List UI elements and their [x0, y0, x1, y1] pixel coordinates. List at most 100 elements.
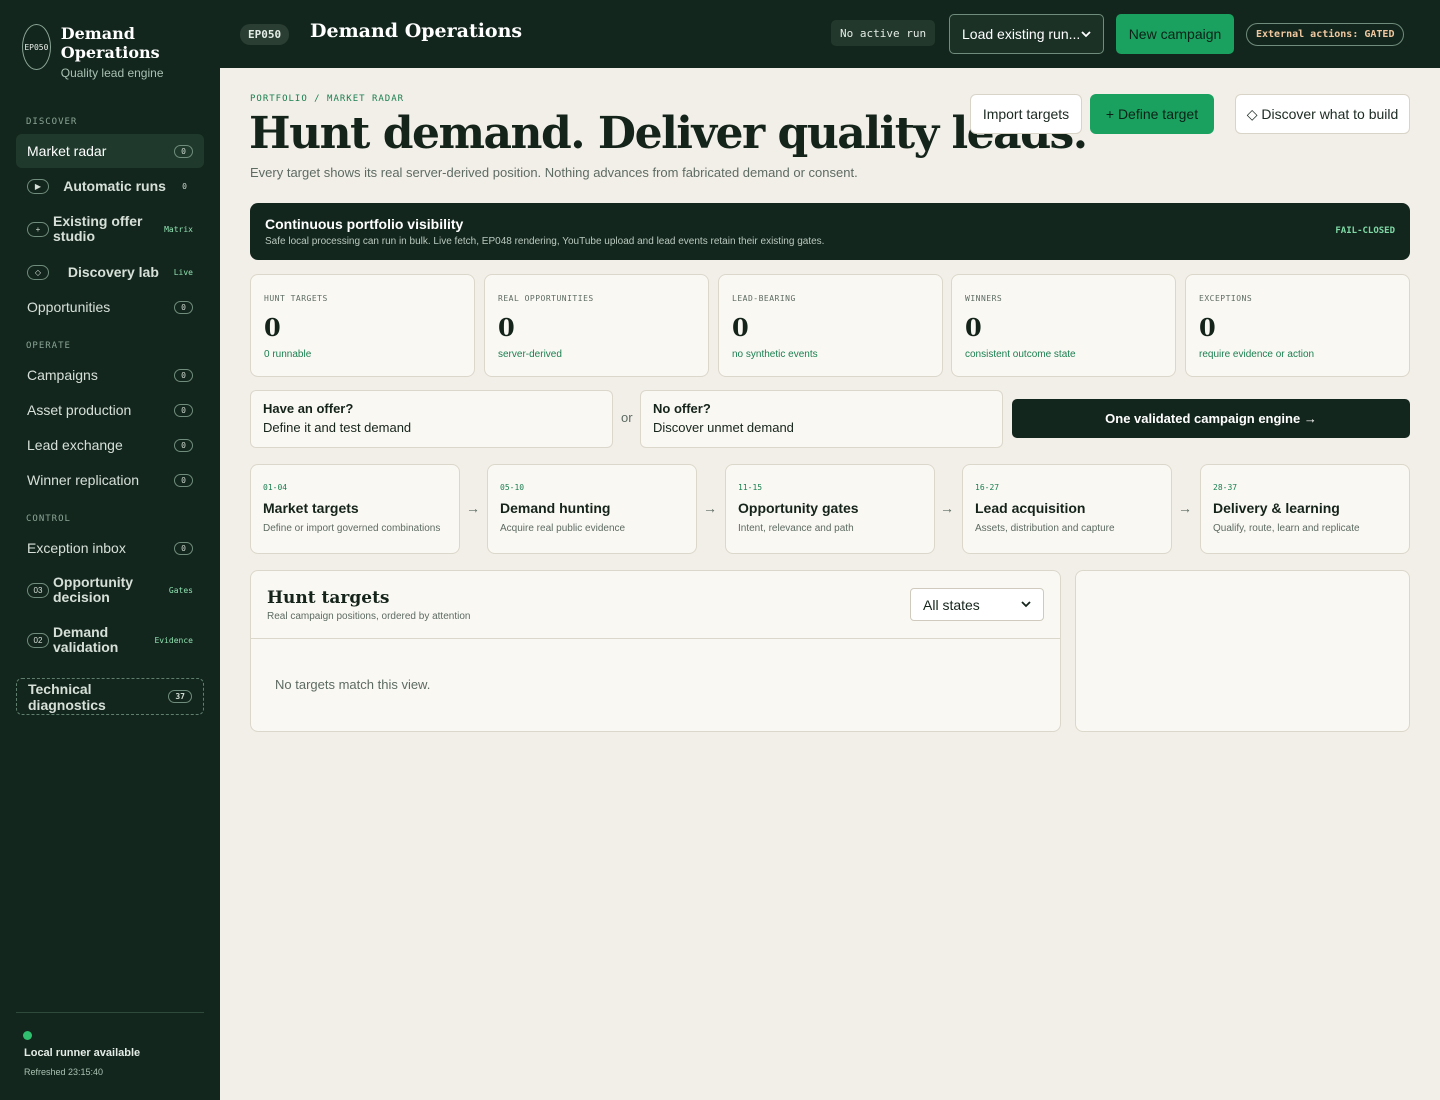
sidebar-item-label: Existing offer studio [53, 213, 143, 244]
stat-card-lead-bearing: LEAD-BEARING 0 no synthetic events [718, 274, 943, 377]
stage-title: Demand hunting [500, 500, 611, 516]
sidebar-item-exception-inbox[interactable]: Exception inbox 0 [16, 531, 204, 565]
sidebar-item-lead-exchange[interactable]: Lead exchange 0 [16, 428, 204, 462]
stat-card-real-opportunities: REAL OPPORTUNITIES 0 server-derived [484, 274, 709, 377]
stat-card-exceptions: EXCEPTIONS 0 require evidence or action [1185, 274, 1410, 377]
count-badge: 0 [174, 300, 193, 314]
chevron-down-icon [1081, 30, 1091, 37]
chevron-down-icon [1021, 601, 1031, 608]
sidebar-item-market-radar[interactable]: Market radar 0 [16, 134, 204, 168]
sidebar-item-asset-production[interactable]: Asset production 0 [16, 393, 204, 427]
stat-label: LEAD-BEARING [732, 294, 796, 303]
episode-badge: EP050 [240, 24, 290, 45]
sidebar-item-label: Winner replication [27, 472, 140, 488]
import-targets-button[interactable]: Import targets [970, 94, 1082, 134]
brand-logo: EP050 [22, 24, 51, 70]
sidebar-item-opportunity-decision[interactable]: 03 Opportunity decision Gates [16, 573, 204, 607]
arrow-right-icon: → [1178, 500, 1192, 516]
sidebar-item-label: Market radar [27, 143, 107, 159]
stat-card-hunt-targets: HUNT TARGETS 0 0 runnable [250, 274, 475, 377]
count-badge: 0 [174, 403, 193, 417]
sidebar: EP050 Demand Operations Quality lead eng… [0, 0, 220, 1100]
sidebar-item-discovery-lab[interactable]: ◇ Discovery lab Live [16, 255, 204, 289]
arrow-right-icon: → [940, 500, 954, 516]
stat-note: no synthetic events [732, 349, 818, 360]
stage-delivery-learning[interactable]: 28-37 Delivery & learning Qualify, route… [1200, 464, 1410, 554]
arrow-right-icon: → [703, 500, 717, 516]
count-badge: 37 [168, 690, 192, 703]
campaign-engine-button[interactable]: One validated campaign engine → [1012, 399, 1410, 438]
stat-note: server-derived [498, 349, 562, 360]
step-02-icon: 02 [27, 632, 49, 648]
load-run-select[interactable]: Load existing run... [949, 14, 1104, 54]
stat-card-winners: WINNERS 0 consistent outcome state [951, 274, 1176, 377]
panel-subtitle: Real campaign positions, ordered by atte… [267, 611, 471, 622]
sidebar-item-label: Asset production [27, 402, 132, 418]
stage-description: Qualify, route, learn and replicate [1213, 523, 1360, 534]
stage-opportunity-gates[interactable]: 11-15 Opportunity gates Intent, relevanc… [725, 464, 935, 554]
runner-status: Local runner available [24, 1047, 141, 1059]
count-badge: 0 [174, 144, 193, 158]
stat-label: HUNT TARGETS [264, 294, 328, 303]
banner-subtitle: Safe local processing can run in bulk. L… [265, 236, 825, 247]
stat-note: require evidence or action [1199, 349, 1315, 360]
divider [251, 638, 1060, 639]
load-run-select-value: Load existing run... [962, 26, 1081, 42]
stat-note: 0 runnable [264, 349, 312, 360]
section-label-operate: OPERATE [26, 341, 71, 351]
section-label-discover: DISCOVER [26, 117, 78, 127]
offer-question: Have an offer? [263, 401, 354, 416]
brand-title: Demand Operations [60, 24, 160, 62]
offer-action: Discover unmet demand [653, 420, 794, 435]
sidebar-item-winner-replication[interactable]: Winner replication 0 [16, 463, 204, 497]
sidebar-item-existing-offer-studio[interactable]: + Existing offer studio Matrix [16, 212, 204, 246]
stage-description: Assets, distribution and capture [975, 523, 1115, 534]
stat-label: WINNERS [965, 294, 1003, 303]
sidebar-item-label: Opportunity decision [53, 574, 134, 605]
banner-title: Continuous portfolio visibility [265, 216, 464, 232]
stage-description: Define or import governed combinations [263, 523, 441, 534]
stat-value: 0 [1199, 313, 1216, 342]
technical-diagnostics-button[interactable]: Technical diagnostics 37 [16, 678, 204, 715]
step-03-icon: 03 [27, 582, 49, 598]
stat-label: EXCEPTIONS [1199, 294, 1253, 303]
stage-code: 11-15 [738, 483, 763, 492]
tag: Matrix [164, 224, 193, 234]
new-campaign-button[interactable]: New campaign [1116, 14, 1234, 54]
stage-title: Lead acquisition [975, 500, 1086, 516]
sidebar-item-campaigns[interactable]: Campaigns 0 [16, 358, 204, 392]
sidebar-item-automatic-runs[interactable]: ▶ Automatic runs 0 [16, 169, 204, 203]
empty-state: No targets match this view. [275, 677, 431, 692]
stage-market-targets[interactable]: 01-04 Market targets Define or import go… [250, 464, 460, 554]
count-badge: 0 [182, 181, 187, 191]
arrow-right-icon: → [466, 500, 480, 516]
sidebar-item-demand-validation[interactable]: 02 Demand validation Evidence [16, 623, 204, 657]
play-icon: ▶ [27, 178, 49, 194]
fail-closed-tag: FAIL-CLOSED [1335, 226, 1395, 236]
stage-lead-acquisition[interactable]: 16-27 Lead acquisition Assets, distribut… [962, 464, 1172, 554]
app-title: Demand Operations [310, 20, 523, 42]
section-label-control: CONTROL [26, 514, 71, 524]
offer-question: No offer? [653, 401, 711, 416]
have-offer-card[interactable]: Have an offer? Define it and test demand [250, 390, 613, 448]
stage-demand-hunting[interactable]: 05-10 Demand hunting Acquire real public… [487, 464, 697, 554]
stat-note: consistent outcome state [965, 349, 1076, 360]
brand-subtitle: Quality lead engine [60, 66, 164, 80]
define-target-button[interactable]: + Define target [1090, 94, 1214, 134]
state-filter-value: All states [923, 596, 980, 613]
discover-what-to-build-button[interactable]: ◇ Discover what to build [1235, 94, 1410, 134]
state-filter-select[interactable]: All states [910, 588, 1044, 621]
or-separator: or [621, 410, 633, 425]
stage-title: Delivery & learning [1213, 500, 1340, 516]
diagnostics-label: Technical diagnostics [28, 680, 106, 713]
sidebar-item-opportunities[interactable]: Opportunities 0 [16, 290, 204, 324]
stat-value: 0 [965, 313, 982, 342]
count-badge: 0 [174, 368, 193, 382]
run-status-badge: No active run [831, 20, 936, 46]
sidebar-item-label: Demand validation [53, 624, 119, 655]
breadcrumb: PORTFOLIO / MARKET RADAR [250, 94, 405, 104]
no-offer-card[interactable]: No offer? Discover unmet demand [640, 390, 1003, 448]
sidebar-item-label: Lead exchange [27, 437, 123, 453]
tag: Gates [168, 585, 193, 595]
status-dot-icon [23, 1031, 32, 1040]
